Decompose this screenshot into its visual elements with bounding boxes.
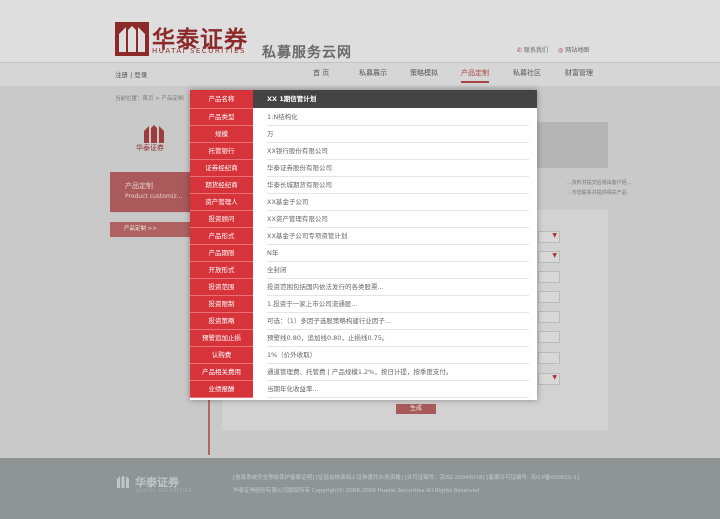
detail-row-value: 当期年化收益率...	[267, 381, 529, 398]
detail-row-label: 认购费	[190, 347, 253, 364]
detail-row-label: 产品形式	[190, 228, 253, 245]
detail-row-label: 投资范围	[190, 279, 253, 296]
detail-row: 预警追加止损 预警线0.80，追加线0.80，止损线0.75。	[190, 330, 537, 347]
detail-row-label: 投资限制	[190, 296, 253, 313]
detail-row: 投资范围 投资范围包括国内依法发行的各类股票...	[190, 279, 537, 296]
detail-row-value: 全封闭	[267, 262, 529, 279]
footer-copyright: 华泰证券股份有限公司版权所有 Copyright© 2008-2009 Huat…	[233, 488, 480, 494]
product-detail-modal: 产品名称 XX 1期信管计划 产品类型 1:N结构化 规模万托管银行 XX银行股份有限公司…	[190, 90, 537, 400]
sidebar-subtitle: Product customiz...	[125, 193, 183, 200]
contact-link[interactable]: ✆ 联系我们	[517, 45, 548, 54]
detail-row-label: 产品期限	[190, 245, 253, 262]
detail-row: 证券经纪商 华泰证券股份有限公司	[190, 160, 537, 177]
detail-row-value: 可选：（1）多因子选股策略构建行业因子...	[267, 313, 529, 330]
form-select[interactable]	[538, 251, 560, 263]
nav-private-fund[interactable]: 私募展示	[359, 68, 387, 78]
detail-row-label: 产品名称	[190, 90, 253, 109]
sitemap-link[interactable]: ◎ 网站地图	[558, 45, 589, 54]
form-input[interactable]	[538, 352, 560, 364]
detail-row-label: 投资策略	[190, 313, 253, 330]
detail-row-label: 证券经纪商	[190, 160, 253, 177]
detail-row-value: XX 1期信管计划	[253, 90, 537, 108]
detail-row: 投资策略 可选：（1）多因子选股策略构建行业因子...	[190, 313, 537, 330]
detail-row-value: 1%（价外收取）	[267, 347, 529, 364]
nav-strategy-sim[interactable]: 策略模拟	[410, 68, 438, 78]
brand-name-en: HUATAI SECURITIES	[152, 47, 246, 55]
detail-row-value: 华泰长城期货有限公司	[267, 177, 529, 194]
detail-row-label: 开放形式	[190, 262, 253, 279]
detail-row-label: 产品相关费用	[190, 364, 253, 381]
detail-row-value: XX银行股份有限公司	[267, 143, 529, 160]
detail-row: 产品相关费用 通道管理费、托管费 | 产品规模1.2%，按日计提，按季度支付。	[190, 364, 537, 381]
sidebar-title: 产品定制	[125, 182, 153, 190]
detail-row-label: 期货经纪商	[190, 177, 253, 194]
auth-links[interactable]: 注册 | 登录	[115, 69, 147, 79]
detail-row-value: 1.投资于一家上市公司流通股...	[267, 296, 529, 313]
top-links: ✆ 联系我们 ◎ 网站地图	[517, 45, 589, 54]
detail-row-value: XX基金子公司	[267, 194, 529, 211]
form-input[interactable]	[538, 271, 560, 283]
detail-row-value: 预警线0.80，追加线0.80，止损线0.75。	[267, 330, 529, 347]
nav-product-custom[interactable]: 产品定制	[461, 68, 489, 83]
detail-row: 认购费 1%（价外收取）	[190, 347, 537, 364]
detail-row: 期货经纪商 华泰长城期货有限公司	[190, 177, 537, 194]
generate-button[interactable]: 生成	[396, 404, 436, 414]
nav-community[interactable]: 私募社区	[513, 68, 541, 78]
footer-brand-en: HUATAI SECURITIES	[136, 488, 193, 493]
detail-row: 托管银行 XX银行股份有限公司	[190, 143, 537, 160]
detail-row-value: 通道管理费、托管费 | 产品规模1.2%，按日计提，按季度支付。	[267, 364, 529, 381]
detail-row-value: N年	[267, 245, 529, 262]
detail-row: 开放形式 全封闭	[190, 262, 537, 279]
form-input[interactable]	[538, 291, 560, 303]
sitemap-icon: ◎	[558, 47, 564, 54]
footer-logo-icon	[117, 475, 129, 488]
sitemap-link-label: 网站地图	[565, 47, 590, 54]
breadcrumb: 当前位置：首页 > 产品定制	[115, 96, 184, 102]
detail-row: 产品期限 N年	[190, 245, 537, 262]
detail-row: 投资限制 1.投资于一家上市公司流通股...	[190, 296, 537, 313]
detail-row-label: 业绩报酬	[190, 381, 253, 398]
intro-text-2: ...与您联系并提供相关产品	[567, 190, 627, 196]
detail-row-label: 产品类型	[190, 109, 253, 126]
detail-row-value: XX基金子公司专项资管计划	[267, 228, 529, 245]
intro-text-1: ...资料并提交后将由客户经...	[567, 180, 632, 186]
detail-row-value: 投资范围包括国内依法发行的各类股票...	[267, 279, 529, 296]
banner-image	[532, 122, 608, 168]
detail-row: 产品类型 1:N结构化	[190, 109, 537, 126]
detail-row-label: 资产管理人	[190, 194, 253, 211]
form-input[interactable]	[538, 331, 560, 343]
detail-row-label: 预警追加止损	[190, 330, 253, 347]
detail-row: 产品名称 XX 1期信管计划	[190, 90, 537, 109]
detail-row: 业绩报酬 当期年化收益率...	[190, 381, 537, 398]
nav-home[interactable]: 首 页	[313, 68, 329, 78]
detail-row: 资产管理人 XX基金子公司	[190, 194, 537, 211]
detail-row-label: 规模	[190, 126, 253, 143]
site-header	[0, 0, 720, 62]
detail-row-value: 万	[267, 126, 529, 143]
form-select[interactable]	[538, 373, 560, 385]
detail-row: 产品形式 XX基金子公司专项资管计划	[190, 228, 537, 245]
detail-row-value: 1:N结构化	[267, 109, 529, 126]
detail-row: 规模万	[190, 126, 537, 143]
huatai-logo-icon	[115, 22, 149, 56]
form-select[interactable]	[538, 231, 560, 243]
portal-title: 私募服务云网	[262, 45, 352, 61]
nav-wealth[interactable]: 财富管理	[565, 68, 593, 78]
detail-row-value: XX资产管理有限公司	[267, 211, 529, 228]
sidebar-logo-text: 华泰证券	[136, 144, 164, 152]
detail-row: 投资顾问 XX资产管理有限公司	[190, 211, 537, 228]
detail-row-value: 华泰证券股份有限公司	[267, 160, 529, 177]
sidebar-menu-item[interactable]: 产品定制 >>	[110, 222, 190, 237]
detail-row-label: 托管银行	[190, 143, 253, 160]
phone-icon: ✆	[517, 47, 523, 54]
contact-link-label: 联系我们	[524, 47, 549, 54]
detail-row-label: 投资顾问	[190, 211, 253, 228]
form-input[interactable]	[538, 311, 560, 323]
footer-links[interactable]: [信息系统安全等级保护备案证明] [证监会核准网上证券委托业务资格] [许可证编…	[233, 473, 579, 481]
